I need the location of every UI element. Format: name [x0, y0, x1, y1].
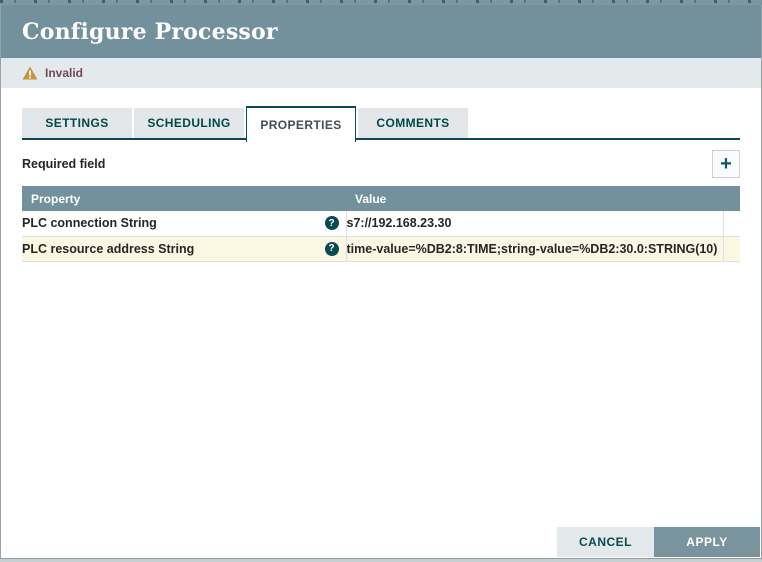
property-name: PLC connection String: [22, 216, 157, 231]
status-label: Invalid: [45, 66, 84, 80]
property-name-cell: PLC connection String ?: [22, 211, 346, 237]
help-glyph: ?: [328, 217, 335, 229]
tab-comments-label: COMMENTS: [376, 116, 450, 130]
row-spacer-cell: [722, 236, 740, 262]
property-name: PLC resource address String: [22, 241, 195, 256]
required-field-label: Required field: [22, 157, 106, 171]
help-icon[interactable]: ?: [324, 241, 339, 256]
cancel-button[interactable]: CANCEL: [557, 527, 654, 557]
table-header-row: Property Value: [22, 186, 740, 211]
warning-triangle-icon: [22, 66, 38, 80]
table-row[interactable]: PLC resource address String ? time-value…: [22, 236, 740, 262]
help-glyph: ?: [328, 243, 335, 254]
required-field-row: Required field +: [22, 150, 740, 178]
property-value: s7://192.168.23.30: [346, 216, 452, 231]
property-value-cell[interactable]: s7://192.168.23.30: [345, 211, 723, 237]
help-icon[interactable]: ?: [324, 216, 339, 231]
validation-status-bar: Invalid: [1, 58, 761, 88]
plus-icon: +: [720, 153, 732, 175]
column-header-value: Value: [346, 186, 723, 211]
properties-table: Property Value PLC connection String ? s…: [22, 186, 740, 262]
add-property-button[interactable]: +: [712, 150, 740, 178]
dialog-content: SETTINGS SCHEDULING PROPERTIES COMMENTS …: [1, 106, 761, 262]
table-row[interactable]: PLC connection String ? s7://192.168.23.…: [22, 211, 740, 237]
row-spacer-cell: [722, 211, 740, 237]
dialog-title: Configure Processor: [22, 18, 278, 45]
tab-properties-label: PROPERTIES: [260, 118, 342, 132]
tab-settings[interactable]: SETTINGS: [22, 108, 132, 138]
tab-properties[interactable]: PROPERTIES: [246, 106, 356, 142]
configure-processor-dialog: Configure Processor Invalid SETTINGS SCH…: [0, 5, 762, 559]
dialog-header: Configure Processor: [1, 5, 761, 58]
column-header-property: Property: [22, 186, 346, 211]
property-name-cell: PLC resource address String ?: [22, 236, 346, 262]
dialog-footer: CANCEL APPLY: [557, 527, 760, 557]
apply-button[interactable]: APPLY: [654, 527, 760, 557]
tab-scheduling[interactable]: SCHEDULING: [134, 108, 244, 138]
column-header-spacer: [723, 186, 740, 211]
tab-settings-label: SETTINGS: [45, 116, 109, 130]
property-value: time-value=%DB2:8:TIME;string-value=%DB2…: [346, 241, 718, 256]
tabbar: SETTINGS SCHEDULING PROPERTIES COMMENTS: [22, 106, 740, 142]
tab-scheduling-label: SCHEDULING: [147, 116, 231, 130]
property-value-cell[interactable]: time-value=%DB2:8:TIME;string-value=%DB2…: [345, 236, 723, 262]
tab-comments[interactable]: COMMENTS: [358, 108, 468, 138]
